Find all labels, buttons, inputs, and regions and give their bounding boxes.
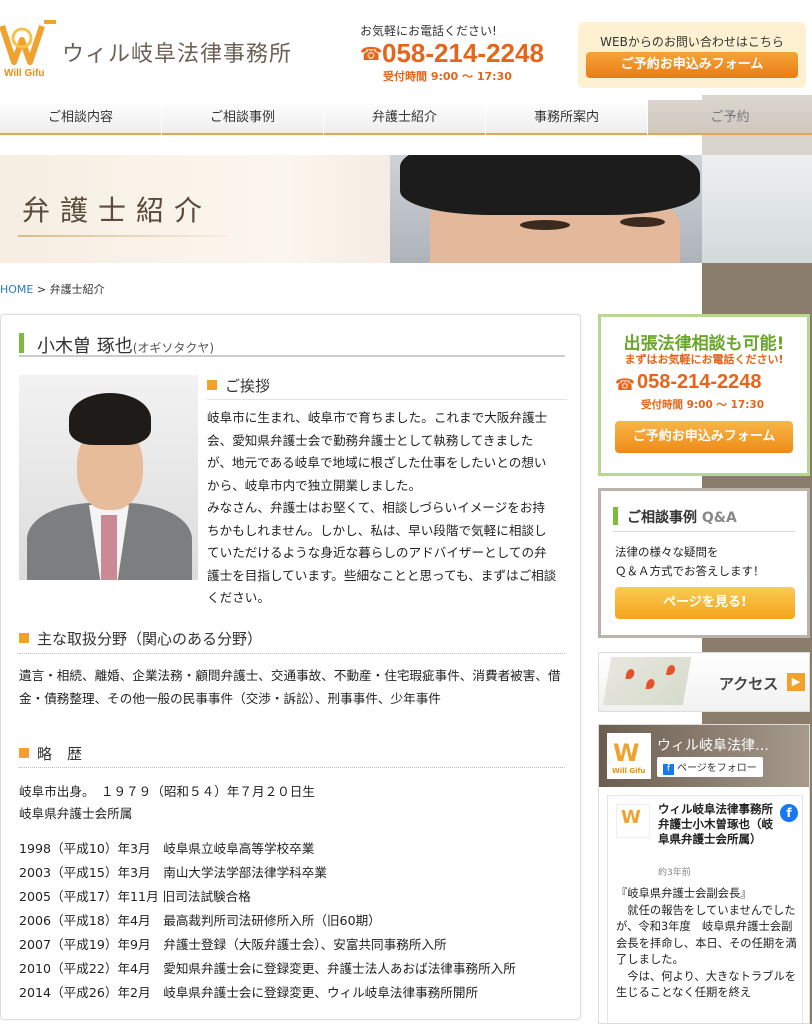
hero-side-photo	[702, 155, 812, 263]
fb-follow-button[interactable]: f ページをフォロー	[657, 757, 763, 777]
qa-title-suffix: Q&A	[701, 510, 737, 526]
qa-title-text: ご相談事例	[627, 510, 697, 526]
history-heading: 略 歴	[19, 743, 82, 764]
nav-item-office[interactable]: 事務所案内	[486, 100, 647, 135]
qa-desc-line1: 法律の様々な疑問を	[615, 545, 719, 559]
birth-info: 岐阜市出身。 １９７９（昭和５４）年７月２０日生	[19, 784, 315, 799]
fb-post-time[interactable]: 約3年前	[658, 865, 691, 878]
paragraph-line: 今は、何より、大きなトラブルを生じることなく任期を終え	[616, 969, 797, 1000]
green-marker	[613, 507, 618, 525]
phone-icon: ☎	[615, 375, 635, 394]
web-contact-lead: WEBからのお問い合わせはこちら	[600, 35, 784, 49]
lawyer-name-kana: (オギソタクヤ)	[132, 341, 215, 355]
fb-page-logo[interactable]: W Will Gifu	[607, 733, 651, 779]
qa-view-page-button[interactable]: ページを見る!	[615, 587, 795, 619]
hero-photo	[390, 155, 702, 263]
fb-cover: W Will Gifu ウィル岐阜法律… f ページをフォロー	[599, 725, 809, 787]
breadcrumb-separator: >	[33, 283, 50, 296]
side-reservation-button[interactable]: ご予約お申込みフォーム	[615, 421, 793, 453]
paragraph-line: 岐阜市に生まれ、岐阜市で育ちました。これまで大阪弁護士会、愛知県弁護士会で勤務弁…	[207, 410, 548, 493]
history-list: 1998（平成10）年3月 岐阜県立岐阜高等学校卒業 2003（平成15）年3月…	[19, 837, 579, 1005]
side-tel-hours: 受付時間 9:00 ～ 17:30	[641, 399, 765, 411]
profile-card: 小木曽 琢也(オギソタクヤ) ご挨拶 岐阜市に生まれ、岐阜市で育ちました。これま…	[0, 314, 581, 1020]
fields-heading: 主な取扱分野（関心のある分野）	[19, 628, 262, 649]
square-bullet-icon	[207, 380, 217, 390]
fb-logo-text: Will Gifu	[612, 767, 646, 775]
fb-post-author[interactable]: ウィル岐阜法律事務所 弁護士小木曽琢也（岐阜県弁護士会所属）	[658, 802, 785, 847]
fb-post: W ウィル岐阜法律事務所 弁護士小木曽琢也（岐阜県弁護士会所属） f 約3年前 …	[607, 795, 803, 1023]
hero-underline	[18, 235, 228, 237]
nav-item-reservation[interactable]: ご予約	[648, 100, 812, 135]
tel-number[interactable]: 058-214-2248	[382, 38, 544, 69]
breadcrumb: HOME > 弁護士紹介	[0, 281, 105, 297]
greeting-heading: ご挨拶	[207, 375, 270, 396]
paragraph-line: みなさん、弁護士はお堅くて、相談しづらいイメージをお持ちかもしれません。しかし、…	[207, 500, 557, 605]
site-header: Will Gifu ウィル岐阜法律事務所 お気軽にお電話ください! ☎ 058-…	[0, 0, 812, 95]
square-bullet-icon	[19, 633, 29, 643]
qa-description: 法律の様々な疑問を Ｑ＆Ａ方式でお答えします！	[615, 543, 765, 581]
facebook-widget: W Will Gifu ウィル岐阜法律… f ページをフォロー W ウィル岐阜法律事…	[598, 724, 810, 1024]
fields-text: 遺言・相続、離婚、企業法務・顧問弁護士、交通事故、不動産・住宅瑕疵事件、消費者被…	[19, 668, 561, 706]
sidebar-tel-box: 出張法律相談も可能! まずはお気軽にお電話ください! ☎ 058-214-224…	[598, 314, 810, 476]
breadcrumb-current: 弁護士紹介	[49, 283, 105, 296]
qa-title: ご相談事例 Q&A	[627, 507, 737, 527]
sidebar-qa-box: ご相談事例 Q&A 法律の様々な疑問を Ｑ＆Ａ方式でお答えします！ ページを見る!	[598, 488, 810, 638]
qa-desc-line2: Ｑ＆Ａ方式でお答えします！	[615, 564, 765, 578]
lawyer-name-text: 小木曽 琢也	[37, 336, 133, 357]
history-item: 2006（平成18）年4月 最高裁判所司法研修所入所（旧60期）	[19, 913, 381, 928]
paragraph-line: 就任の報告をしていませんでしたが、令和3年度 岐阜県弁護士会副会長を拝命し、本日…	[616, 903, 797, 967]
history-item: 1998（平成10）年3月 岐阜県立岐阜高等学校卒業	[19, 841, 315, 856]
breadcrumb-home-link[interactable]: HOME	[0, 283, 33, 296]
web-contact-box: WEBからのお問い合わせはこちら ご予約お申込みフォーム	[578, 22, 806, 88]
nav-item-cases[interactable]: ご相談事例	[162, 100, 323, 135]
fb-follow-label: ページをフォロー	[677, 763, 757, 774]
reservation-form-button[interactable]: ご予約お申込みフォーム	[586, 52, 798, 78]
hero-title: 弁護士紹介	[22, 194, 213, 227]
side-tel-lead: まずはお気軽にお電話ください!	[624, 353, 784, 366]
map-icon	[602, 657, 692, 705]
history-item: 2014（平成26）年2月 岐阜県弁護士会に登録変更、ウィル岐阜法律事務所開所	[19, 985, 479, 1000]
history-item: 2007（平成19）年9月 弁護士登録（大阪弁護士会）、安富共同事務所入所	[19, 937, 447, 952]
arrow-right-icon: ▶	[787, 673, 805, 691]
nav-item-lawyers[interactable]: 弁護士紹介	[324, 100, 485, 135]
fb-post-avatar[interactable]: W	[616, 804, 650, 838]
greeting-title: ご挨拶	[225, 377, 271, 395]
nav-item-consultation[interactable]: ご相談内容	[0, 100, 161, 135]
history-item: 2003（平成15）年3月 南山大学法学部法律学科卒業	[19, 865, 327, 880]
fb-page-name[interactable]: ウィル岐阜法律…	[657, 735, 769, 755]
greeting-text: 岐阜市に生まれ、岐阜市で育ちました。これまで大阪弁護士会、愛知県弁護士会で勤務弁…	[207, 407, 557, 610]
tel-hours: 受付時間 9:00 ～ 17:30	[383, 70, 512, 83]
site-title[interactable]: ウィル岐阜法律事務所	[62, 36, 292, 68]
logo-icon[interactable]	[0, 18, 58, 68]
bar-association: 岐阜県弁護士会所属	[19, 806, 133, 821]
history-title: 略 歴	[37, 745, 83, 763]
main-nav: ご相談内容 ご相談事例 弁護士紹介 事務所案内 ご予約	[0, 100, 812, 136]
history-item: 2010（平成22）年4月 愛知県弁護士会に登録変更、弁護士法人あおば法律事務所…	[19, 961, 516, 976]
facebook-icon[interactable]: f	[780, 804, 798, 822]
access-label: アクセス	[719, 675, 779, 693]
square-bullet-icon	[19, 748, 29, 758]
lawyer-portrait	[19, 375, 198, 580]
tel-lead: お気軽にお電話ください!	[360, 24, 497, 38]
sidebar-access-link[interactable]: アクセス ▶	[598, 652, 810, 712]
profile-name-bar: 小木曽 琢也(オギソタクヤ)	[19, 331, 565, 357]
hero-banner: 弁護士紹介	[0, 155, 702, 263]
paragraph-line: 『岐阜県弁護士会副会長』	[616, 887, 752, 900]
side-tel-number[interactable]: 058-214-2248	[637, 371, 762, 394]
green-marker	[19, 333, 24, 353]
facebook-icon: f	[663, 764, 674, 775]
phone-icon: ☎	[360, 44, 383, 65]
lawyer-name: 小木曽 琢也(オギソタクヤ)	[37, 332, 214, 358]
fields-title: 主な取扱分野（関心のある分野）	[37, 630, 263, 648]
logo-subtitle: Will Gifu	[4, 68, 45, 79]
history-item: 2005（平成17）年11月 旧司法試験合格	[19, 889, 251, 904]
fb-post-text: 『岐阜県弁護士会副会長』 就任の報告をしていませんでしたが、令和3年度 岐阜県弁…	[616, 886, 798, 1002]
